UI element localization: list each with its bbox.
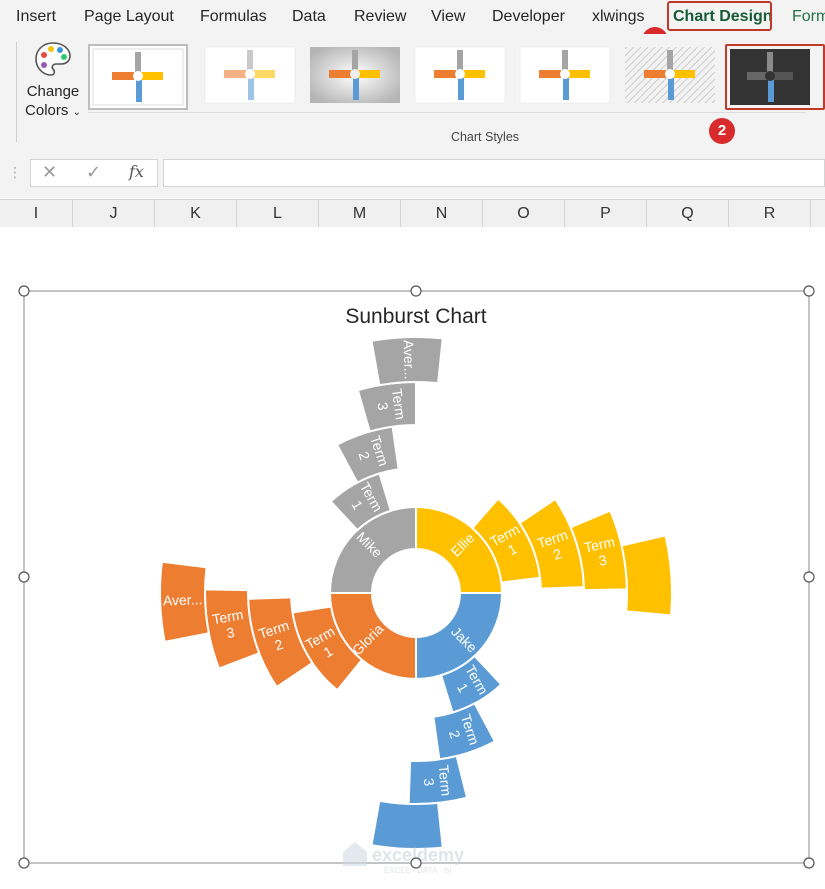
grip-icon: ⋮ [8, 164, 22, 180]
chart-style-preview [310, 47, 400, 103]
sunburst-chart[interactable]: Sunburst Chart Ellie Term1 Term2 Term3JakeT… [0, 227, 825, 889]
chevron-down-icon: ⌄ [72, 107, 81, 118]
chart-style-preview [519, 46, 611, 104]
insert-function-icon[interactable]: fx [129, 162, 144, 181]
column-header-m[interactable]: M [319, 200, 401, 227]
tab-view[interactable]: View [431, 0, 465, 34]
change-colors-label-line1: Change [26, 83, 80, 100]
resize-handle[interactable] [18, 857, 30, 869]
chart-style-3[interactable] [307, 44, 407, 110]
chart-style-7-highlighted[interactable] [725, 44, 825, 110]
ribbon-divider [16, 42, 17, 142]
resize-handle[interactable] [410, 285, 422, 297]
chart-styles-group-label: Chart Styles [450, 130, 520, 144]
chart-style-preview [92, 48, 184, 106]
column-header-q[interactable]: Q [647, 200, 729, 227]
palette-icon [35, 42, 71, 76]
column-header-k[interactable]: K [155, 200, 237, 227]
chart-style-6[interactable] [622, 44, 722, 110]
chart-style-preview [625, 47, 715, 103]
change-colors-button[interactable]: Change Colors ⌄ [22, 40, 84, 120]
chart-style-preview [204, 46, 296, 104]
chart-style-2[interactable] [202, 44, 302, 110]
resize-handle[interactable] [18, 285, 30, 297]
sunburst-label-mike-4: Aver... [400, 340, 417, 380]
chart-title[interactable]: Sunburst Chart [345, 305, 486, 328]
column-header-j[interactable]: J [73, 200, 155, 227]
column-headers: I J K L M N O P Q R [0, 199, 825, 228]
cancel-icon[interactable]: ✕ [42, 162, 57, 183]
column-header-i[interactable]: I [0, 200, 73, 227]
chart-style-1[interactable] [88, 44, 188, 110]
tab-data[interactable]: Data [292, 0, 326, 34]
tab-formulas[interactable]: Formulas [200, 0, 267, 34]
resize-handle[interactable] [803, 857, 815, 869]
resize-handle[interactable] [803, 285, 815, 297]
column-header-l[interactable]: L [237, 200, 319, 227]
tab-developer[interactable]: Developer [492, 0, 565, 34]
sunburst-segment-ellie-4[interactable] [620, 534, 673, 617]
resize-handle[interactable] [18, 571, 30, 583]
sunburst-center-hole [372, 549, 460, 637]
column-header-o[interactable]: O [483, 200, 565, 227]
column-header-n[interactable]: N [401, 200, 483, 227]
tab-format[interactable]: Form [792, 0, 825, 34]
tab-insert[interactable]: Insert [16, 0, 56, 34]
step-badge-2: 2 [709, 118, 735, 144]
tab-highlight-box [667, 1, 772, 31]
column-header-r[interactable]: R [729, 200, 811, 227]
change-colors-label-line2: Colors ⌄ [25, 102, 81, 119]
ribbon-group-separator [88, 112, 806, 113]
resize-handle[interactable] [410, 857, 422, 869]
enter-icon[interactable]: ✓ [86, 162, 101, 183]
tab-xlwings[interactable]: xlwings [592, 0, 644, 34]
tab-page-layout[interactable]: Page Layout [84, 0, 174, 34]
formula-input[interactable] [163, 159, 825, 187]
chart-style-5[interactable] [517, 44, 617, 110]
resize-handle[interactable] [803, 571, 815, 583]
column-header-p[interactable]: P [565, 200, 647, 227]
chart-style-preview [730, 49, 810, 105]
sunburst-label-gloria-4: Aver... [163, 591, 203, 608]
chart-style-preview [414, 46, 506, 104]
sunburst-segment-jake-4[interactable] [370, 799, 444, 850]
sunburst-label-jake-3-a: Term [435, 764, 454, 797]
tab-review[interactable]: Review [354, 0, 406, 34]
chart-style-4[interactable] [412, 44, 512, 110]
